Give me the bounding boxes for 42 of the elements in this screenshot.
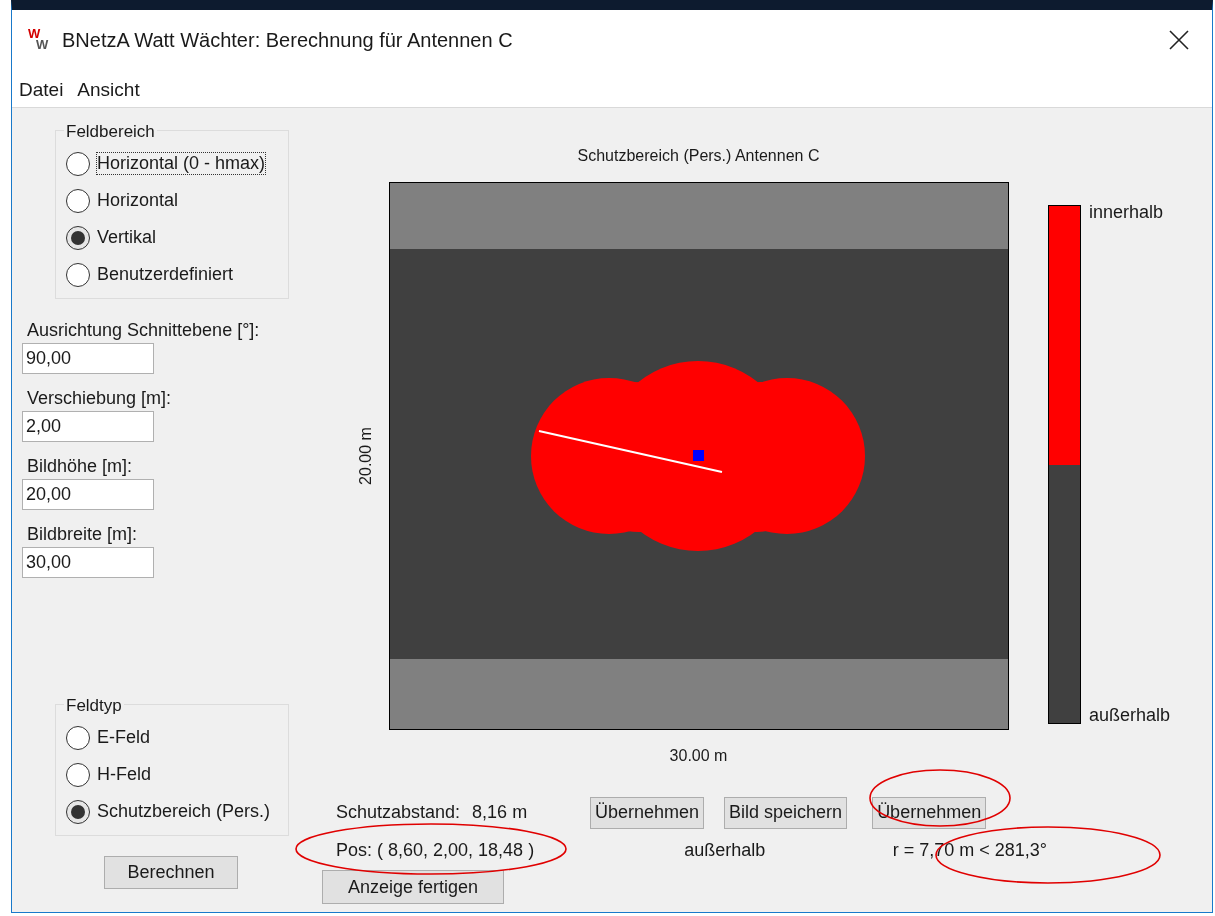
- action-button[interactable]: Übernehmen: [590, 796, 705, 829]
- result-label: Schutzabstand:: [336, 801, 461, 824]
- status-text: außerhalb: [684, 840, 766, 860]
- field-label: Bildbreite [m]:: [27, 523, 139, 546]
- option-label[interactable]: Horizontal: [96, 189, 180, 212]
- radio-button[interactable]: [66, 799, 90, 824]
- position-text: Pos: ( 8,60, 2,00, 18,48 ): [336, 840, 535, 860]
- input-field[interactable]: 20,00: [22, 479, 154, 510]
- radio-button[interactable]: [66, 262, 90, 287]
- field-label: Verschiebung [m]:: [27, 387, 173, 410]
- input-field[interactable]: 30,00: [22, 547, 154, 578]
- plot-title: Schutzbereich (Pers.) Antennen C: [576, 146, 821, 164]
- axis-label: 30.00 m: [668, 746, 729, 766]
- menu-item[interactable]: Ansicht: [77, 75, 140, 105]
- radio-button[interactable]: [66, 762, 90, 787]
- input-field[interactable]: 2,00: [22, 411, 154, 442]
- option-label[interactable]: Schutzbereich (Pers.): [96, 800, 272, 823]
- radio-button[interactable]: [66, 188, 90, 213]
- field-label: Bildhöhe [m]:: [27, 455, 134, 478]
- app-logo-icon: W W: [28, 27, 52, 53]
- option-label[interactable]: Benutzerdefiniert: [96, 263, 235, 286]
- option-label[interactable]: Horizontal (0 - hmax): [96, 152, 267, 175]
- input-field[interactable]: 90,00: [22, 343, 154, 374]
- window-title: BNetzA Watt Wächter: Berechnung für Antennen C: [62, 28, 513, 53]
- option-label[interactable]: H-Feld: [96, 763, 152, 786]
- option-label[interactable]: E-Feld: [96, 726, 151, 749]
- menu-item[interactable]: Datei: [19, 75, 64, 105]
- radio-button[interactable]: [66, 725, 90, 750]
- option-label[interactable]: Vertikal: [96, 226, 158, 249]
- legend-label: innerhalb: [1089, 201, 1165, 224]
- calculate-button[interactable]: Berechnen: [104, 856, 238, 889]
- axis-label: 20.00 m: [355, 427, 375, 485]
- radio-button[interactable]: [66, 151, 90, 176]
- action-button[interactable]: Bild speichern: [724, 796, 848, 829]
- close-icon: [1169, 30, 1189, 50]
- display-button[interactable]: Anzeige fertigen: [322, 870, 504, 904]
- field-label: Ausrichtung Schnittebene [°]:: [27, 319, 261, 342]
- action-button[interactable]: Übernehmen: [872, 796, 987, 829]
- legend-label: außerhalb: [1089, 704, 1171, 727]
- radio-button[interactable]: [66, 225, 90, 250]
- result-value: 8,16 m: [472, 801, 528, 824]
- antenna-marker: [693, 450, 704, 461]
